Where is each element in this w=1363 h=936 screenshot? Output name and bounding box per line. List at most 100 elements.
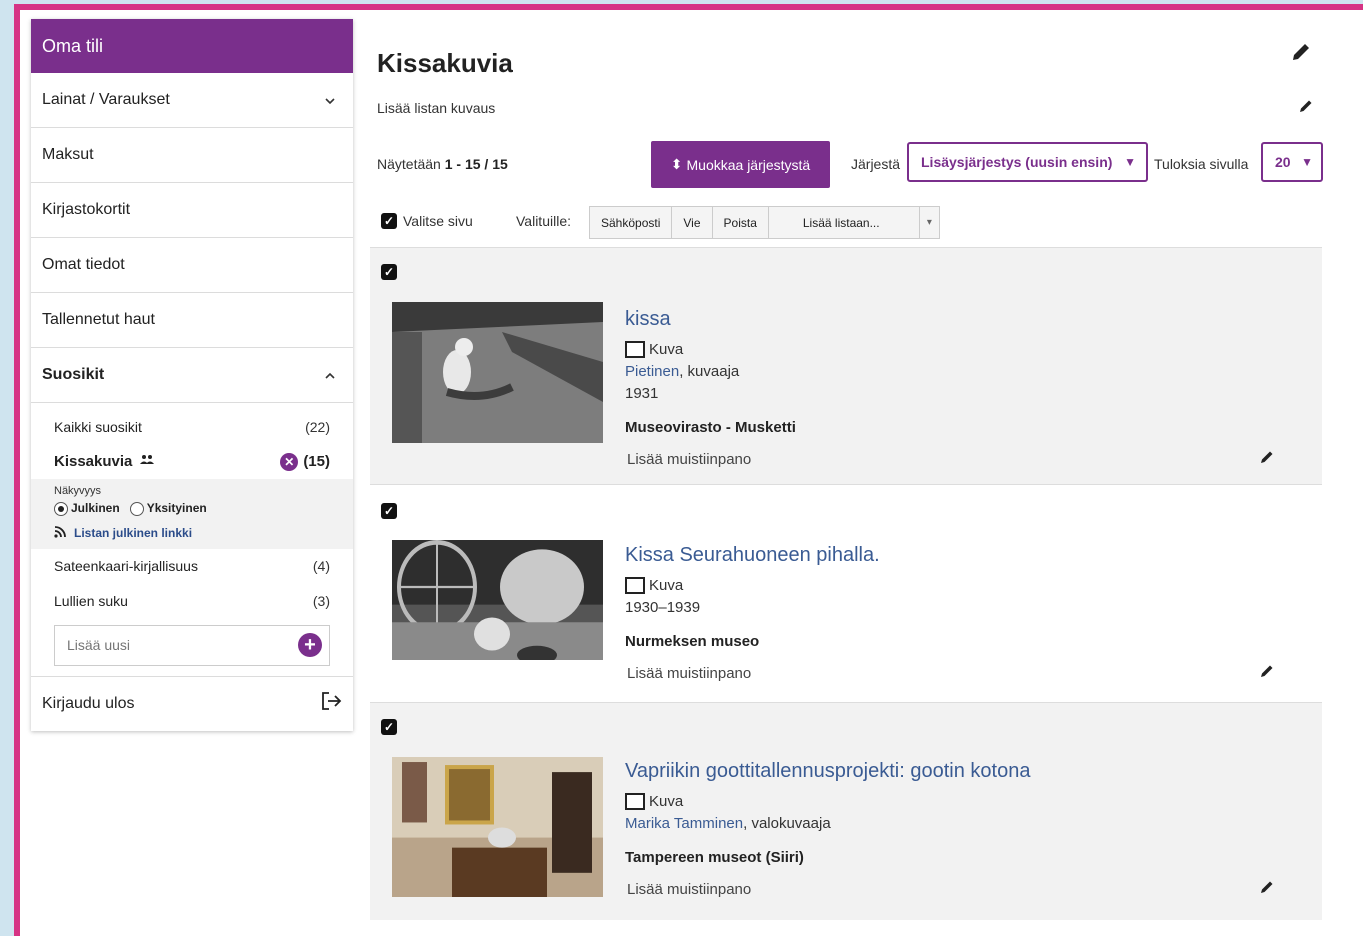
image-icon: [625, 577, 645, 594]
sidebar-item-label: Tallennetut haut: [42, 311, 155, 328]
list-item-count: (15): [303, 453, 330, 470]
logout-label: Kirjaudu ulos: [42, 694, 135, 712]
logout-link[interactable]: Kirjaudu ulos: [31, 677, 353, 731]
public-users-icon: [140, 453, 155, 470]
favorite-list-all[interactable]: Kaikki suosikit (22): [31, 409, 353, 444]
record-checkbox[interactable]: ✓: [381, 719, 397, 735]
caret-down-icon: ▼: [1301, 155, 1313, 169]
add-note-link[interactable]: Lisää muistiinpano: [627, 881, 751, 898]
add-list-button[interactable]: +: [298, 633, 322, 658]
favorite-list-item[interactable]: Lullien suku (3): [31, 584, 353, 619]
chevron-up-icon: [324, 369, 336, 381]
favorite-list-item[interactable]: Sateenkaari-kirjallisuus (4): [31, 549, 353, 584]
author-link[interactable]: Pietinen: [625, 363, 679, 380]
record-format: Kuva: [625, 793, 683, 810]
record-format: Kuva: [625, 341, 683, 358]
record-author: Marika Tamminen, valokuvaaja: [625, 815, 831, 832]
result-count: Näytetään 1 - 15 / 15: [377, 156, 508, 172]
record-title-link[interactable]: Vapriikin goottitallennusprojekti: gooti…: [625, 760, 1030, 783]
page-frame: Oma tili Lainat / Varaukset Maksut Kirja…: [14, 4, 1363, 936]
chevron-down-icon: ▾: [918, 207, 939, 238]
add-to-list-select[interactable]: Lisää listaan... ▾: [769, 207, 939, 238]
list-item-count: (22): [305, 418, 330, 435]
list-item-label: Kaikki suosikit: [54, 418, 142, 435]
record-source: Museovirasto - Musketti: [625, 419, 796, 436]
add-note-link[interactable]: Lisää muistiinpano: [627, 665, 751, 682]
rss-icon: [54, 525, 66, 541]
bulk-export-button[interactable]: Vie: [672, 207, 713, 238]
favorites-list: Kaikki suosikit (22) Kissakuvia ✕ (15) N…: [31, 403, 353, 677]
account-sidebar: Oma tili Lainat / Varaukset Maksut Kirja…: [31, 19, 353, 731]
image-icon: [625, 341, 645, 358]
sidebar-header[interactable]: Oma tili: [31, 19, 353, 73]
list-description[interactable]: Lisää listan kuvaus: [377, 100, 495, 116]
visibility-public-radio[interactable]: Julkinen: [54, 501, 120, 516]
bulk-email-button[interactable]: Sähköposti: [590, 207, 673, 238]
sidebar-item-label: Maksut: [42, 146, 94, 163]
caret-down-icon: ▼: [1124, 155, 1136, 169]
per-page-label: Tuloksia sivulla: [1154, 156, 1249, 172]
image-icon: [625, 793, 645, 810]
add-note-link[interactable]: Lisää muistiinpano: [627, 451, 751, 468]
list-item-label: Kissakuvia: [54, 453, 133, 470]
record-thumbnail[interactable]: [392, 302, 603, 443]
visibility-private-radio[interactable]: Yksityinen: [129, 501, 207, 516]
list-item-count: (3): [312, 593, 330, 610]
edit-note-icon[interactable]: [1259, 879, 1275, 895]
record-year: 1930–1939: [625, 599, 701, 616]
record-checkbox[interactable]: ✓: [381, 264, 397, 280]
remove-list-icon[interactable]: ✕: [280, 452, 299, 471]
record-item: ✓ Kissa Seurahuoneen pihalla. Kuva 1930–…: [370, 484, 1322, 702]
logout-icon: [320, 691, 342, 716]
record-source: Nurmeksen museo: [625, 633, 760, 650]
select-page-checkbox[interactable]: ✓ Valitse sivu: [381, 213, 473, 229]
sidebar-item-label: Kirjastokortit: [42, 201, 131, 218]
record-item: ✓ kissa Kuva Pietinen, kuvaaja 1931 Muse…: [370, 247, 1322, 484]
edit-description-icon[interactable]: [1298, 98, 1314, 114]
bulk-actions-label: Valituille:: [516, 213, 571, 229]
sidebar-item-favorites[interactable]: Suosikit: [31, 348, 353, 403]
record-thumbnail[interactable]: [392, 540, 603, 660]
edit-order-button[interactable]: ⬍ Muokkaa järjestystä: [651, 141, 830, 188]
list-item-count: (4): [312, 558, 330, 575]
sidebar-item-label: Suosikit: [42, 366, 105, 383]
author-link[interactable]: Marika Tamminen: [625, 815, 743, 832]
page-title: Kissakuvia: [377, 48, 513, 78]
bulk-delete-button[interactable]: Poista: [712, 207, 769, 238]
checkbox-checked-icon: ✓: [381, 213, 397, 229]
record-title-link[interactable]: kissa: [625, 308, 671, 331]
record-year: 1931: [625, 385, 659, 402]
sidebar-item-payments[interactable]: Maksut: [31, 128, 353, 183]
edit-title-icon[interactable]: [1289, 40, 1313, 64]
chevron-down-icon: [324, 94, 336, 106]
record-checkbox[interactable]: ✓: [381, 503, 397, 519]
record-list: ✓ kissa Kuva Pietinen, kuvaaja 1931 Muse…: [370, 247, 1322, 920]
list-item-label: Sateenkaari-kirjallisuus: [54, 558, 198, 575]
sidebar-item-label: Omat tiedot: [42, 256, 125, 273]
edit-note-icon[interactable]: [1259, 663, 1275, 679]
visibility-title: Näkyvyys: [54, 485, 102, 497]
add-list-input[interactable]: [67, 637, 267, 654]
record-item: ✓ Vapriikin goottitallennusprojekti: goo…: [370, 702, 1322, 920]
sidebar-item-saved-searches[interactable]: Tallennetut haut: [31, 293, 353, 348]
sidebar-item-profile[interactable]: Omat tiedot: [31, 238, 353, 293]
sidebar-item-loans[interactable]: Lainat / Varaukset: [31, 73, 353, 128]
record-format: Kuva: [625, 577, 683, 594]
record-thumbnail[interactable]: [392, 757, 603, 897]
visibility-panel: Näkyvyys Julkinen Yksityinen Listan julk…: [31, 479, 353, 549]
favorite-list-active[interactable]: Kissakuvia ✕ (15): [31, 444, 353, 479]
per-page-select[interactable]: 20 ▼: [1261, 142, 1323, 182]
sidebar-item-label: Lainat / Varaukset: [42, 91, 170, 108]
record-title-link[interactable]: Kissa Seurahuoneen pihalla.: [625, 544, 880, 567]
record-author: Pietinen, kuvaaja: [625, 363, 740, 380]
add-list-box: +: [54, 624, 330, 666]
public-link[interactable]: Listan julkinen linkki: [54, 525, 330, 541]
sidebar-item-library-cards[interactable]: Kirjastokortit: [31, 183, 353, 238]
record-source: Tampereen museot (Siiri): [625, 849, 804, 866]
edit-note-icon[interactable]: [1259, 449, 1275, 465]
sort-label: Järjestä: [851, 156, 901, 172]
sort-select[interactable]: Lisäysjärjestys (uusin ensin) ▼: [907, 142, 1148, 182]
list-item-label: Lullien suku: [54, 593, 128, 610]
sort-icon: ⬍: [670, 156, 683, 172]
bulk-actions-bar: Sähköposti Vie Poista Lisää listaan... ▾: [589, 206, 940, 239]
